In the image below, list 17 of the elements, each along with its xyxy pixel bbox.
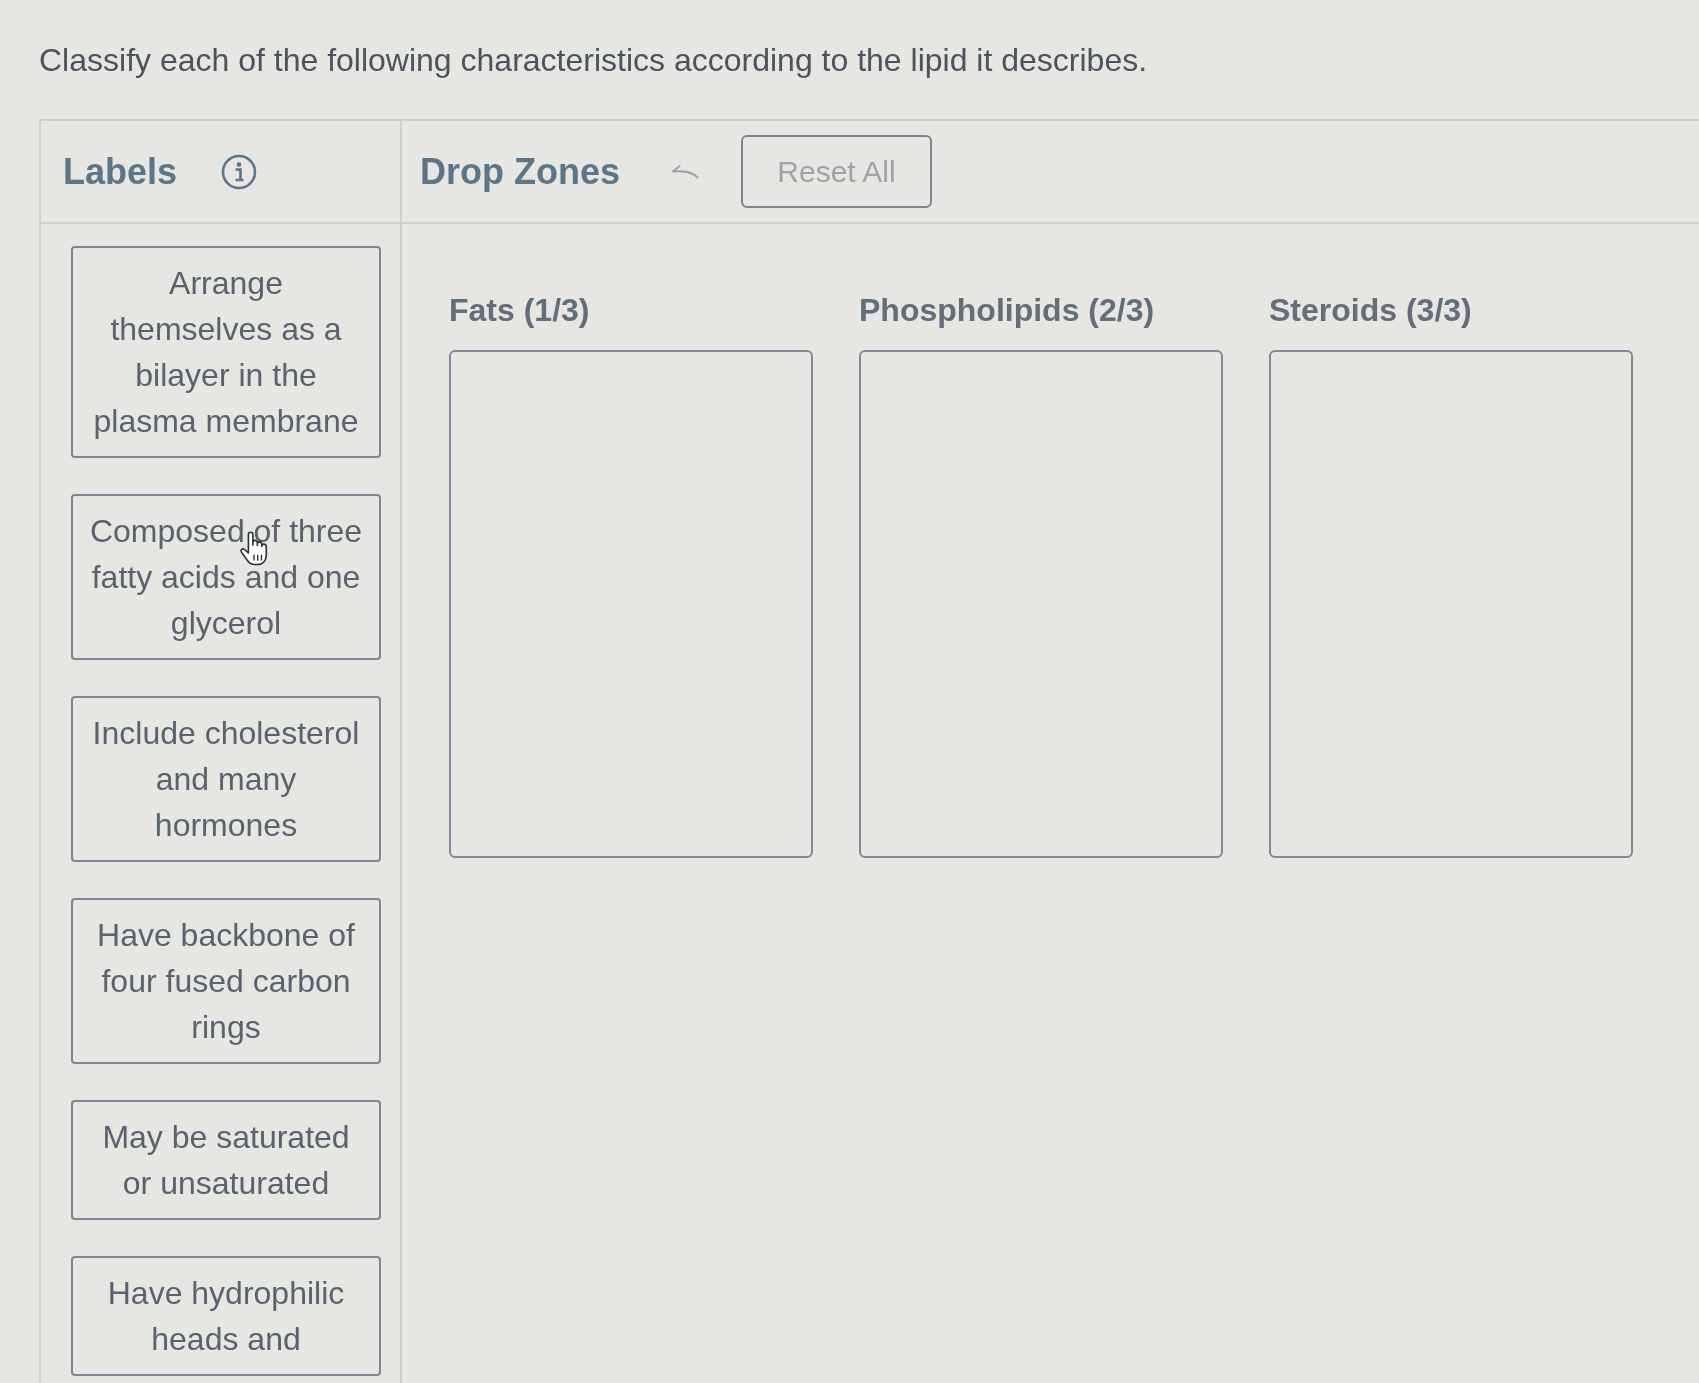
- question-text: Classify each of the following characteristics according to the lipid it describes.: [39, 42, 1148, 78]
- draggable-label-card[interactable]: May be saturated or unsaturated: [71, 1100, 381, 1220]
- draggable-label-card[interactable]: Arrange themselves as a bilayer in the plasma membrane: [71, 246, 381, 458]
- drop-zone[interactable]: [1269, 350, 1633, 858]
- drop-zone[interactable]: [859, 350, 1223, 858]
- zone-title: Phospholipids (2/3): [859, 292, 1156, 328]
- labels-heading: Labels: [63, 150, 178, 193]
- drop-zones-heading: Drop Zones: [420, 150, 620, 193]
- zone-title: Steroids (3/3): [1269, 292, 1473, 328]
- zone-title: Fats (1/3): [449, 292, 591, 328]
- draggable-label-card[interactable]: Include cholesterol and many hormones: [71, 696, 381, 862]
- draggable-label-card[interactable]: Composed of three fatty acids and one glycerol: [71, 494, 381, 660]
- undo-arrow-icon[interactable]: [670, 163, 700, 180]
- drop-zone[interactable]: [449, 350, 813, 858]
- info-icon[interactable]: [221, 153, 258, 190]
- draggable-label-card[interactable]: Have hydrophilic heads and: [71, 1256, 381, 1376]
- draggable-label-card[interactable]: Have backbone of four fused carbon rings: [71, 898, 381, 1064]
